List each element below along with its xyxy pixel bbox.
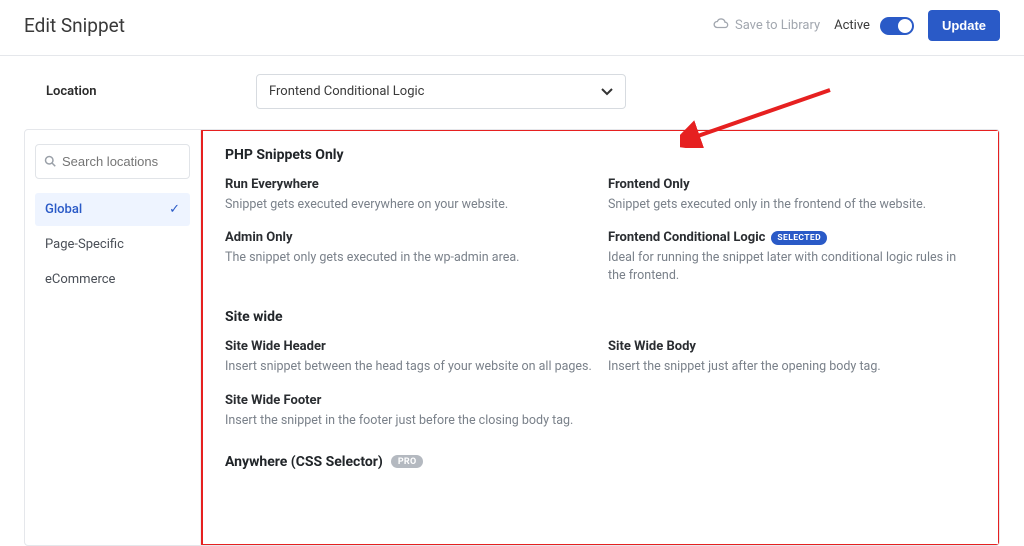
option-title: Frontend Only <box>608 177 976 192</box>
page-title: Edit Snippet <box>24 14 713 37</box>
option-desc: Insert the snippet just after the openin… <box>608 358 976 376</box>
sidebar-item-label: Global <box>45 202 82 217</box>
option-desc: Snippet gets executed everywhere on your… <box>225 196 600 214</box>
option-title: Site Wide Footer <box>225 393 600 408</box>
option-desc: Insert snippet between the head tags of … <box>225 358 600 376</box>
save-to-library-label: Save to Library <box>735 18 820 33</box>
search-icon <box>44 152 56 171</box>
save-to-library-button[interactable]: Save to Library <box>713 18 820 33</box>
update-button[interactable]: Update <box>928 10 1000 41</box>
section-title-sitewide: Site wide <box>225 309 976 325</box>
option-site-wide-body[interactable]: Site Wide Body Insert the snippet just a… <box>608 339 976 376</box>
pro-badge: PRO <box>391 455 424 468</box>
active-label: Active <box>834 18 870 33</box>
chevron-down-icon <box>601 85 613 99</box>
sidebar-item-label: Page-Specific <box>45 237 124 252</box>
sidebar-item-ecommerce[interactable]: eCommerce <box>35 263 190 296</box>
search-locations-container[interactable] <box>35 144 190 179</box>
section-title-php: PHP Snippets Only <box>225 147 976 163</box>
section-title-anywhere: Anywhere (CSS Selector) PRO <box>225 454 976 470</box>
option-desc: The snippet only gets executed in the wp… <box>225 249 600 267</box>
option-frontend-only[interactable]: Frontend Only Snippet gets executed only… <box>608 177 976 214</box>
search-locations-input[interactable] <box>62 154 181 169</box>
option-title: Frontend Conditional Logic SELECTED <box>608 230 976 245</box>
location-selected-value: Frontend Conditional Logic <box>269 84 424 99</box>
option-desc: Snippet gets executed only in the fronte… <box>608 196 976 214</box>
location-select[interactable]: Frontend Conditional Logic <box>256 74 626 109</box>
selected-badge: SELECTED <box>771 231 827 245</box>
option-title: Site Wide Body <box>608 339 976 354</box>
sidebar-item-page-specific[interactable]: Page-Specific <box>35 228 190 261</box>
option-site-wide-header[interactable]: Site Wide Header Insert snippet between … <box>225 339 600 376</box>
option-admin-only[interactable]: Admin Only The snippet only gets execute… <box>225 230 600 285</box>
option-title: Admin Only <box>225 230 600 245</box>
check-icon: ✓ <box>169 202 180 217</box>
option-frontend-conditional[interactable]: Frontend Conditional Logic SELECTED Idea… <box>608 230 976 285</box>
option-desc: Ideal for running the snippet later with… <box>608 249 976 285</box>
option-title: Run Everywhere <box>225 177 600 192</box>
option-run-everywhere[interactable]: Run Everywhere Snippet gets executed eve… <box>225 177 600 214</box>
cloud-icon <box>713 18 729 33</box>
option-title: Site Wide Header <box>225 339 600 354</box>
sidebar-item-label: eCommerce <box>45 272 115 287</box>
option-desc: Insert the snippet in the footer just be… <box>225 412 600 430</box>
option-site-wide-footer[interactable]: Site Wide Footer Insert the snippet in t… <box>225 393 600 430</box>
active-toggle[interactable] <box>880 17 914 35</box>
location-label: Location <box>46 84 256 99</box>
sidebar-item-global[interactable]: Global ✓ <box>35 193 190 226</box>
